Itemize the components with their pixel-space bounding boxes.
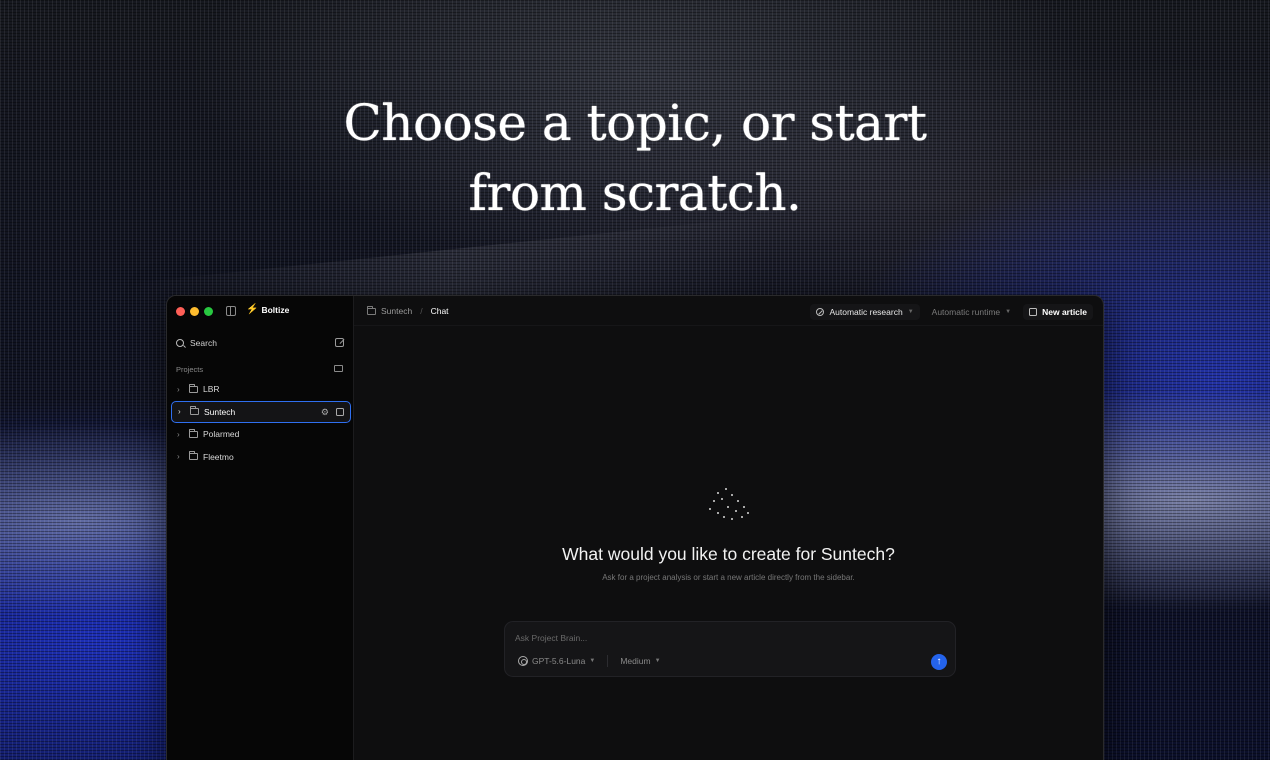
folder-icon: [189, 451, 198, 461]
minimize-window-button[interactable]: [190, 307, 199, 316]
projects-heading: Projects: [176, 365, 204, 374]
arrow-up-icon: ↑: [936, 656, 942, 667]
project-item-lbr[interactable]: › LBR: [171, 378, 351, 401]
window-controls: [176, 307, 213, 316]
project-list: › LBR › Suntech ⚙ › Polarmed › Fleetmo: [171, 378, 351, 468]
project-actions: ⚙: [321, 407, 344, 417]
project-item-fleetmo[interactable]: › Fleetmo: [171, 446, 351, 469]
bolt-icon: ⚡: [246, 304, 259, 315]
chevron-right-icon[interactable]: ›: [178, 407, 188, 416]
breadcrumb: Suntech / Chat: [367, 305, 449, 316]
project-name: Suntech: [204, 406, 236, 417]
hero-headline-line-1: Choose a topic, or start: [343, 94, 927, 152]
brand-logo: ⚡ Boltize: [246, 304, 290, 316]
folder-icon: [367, 305, 376, 315]
top-bar: Suntech / Chat Automatic research ▼ Auto…: [354, 296, 1103, 326]
folder-icon: [190, 406, 199, 416]
chevron-down-icon[interactable]: ▼: [589, 658, 595, 664]
project-name: Fleetmo: [203, 451, 234, 462]
chevron-down-icon: ▼: [1005, 309, 1012, 315]
maximize-window-button[interactable]: [204, 307, 213, 316]
brand-name: Boltize: [261, 305, 290, 315]
sparkle-icon: [707, 486, 751, 522]
chevron-right-icon[interactable]: ›: [177, 452, 187, 461]
breadcrumb-project[interactable]: Suntech: [381, 306, 412, 316]
edit-icon: [1029, 308, 1038, 316]
effort-select[interactable]: Medium: [620, 656, 650, 666]
research-mode-label: Automatic research: [829, 307, 903, 317]
globe-icon: [816, 308, 825, 316]
research-mode-select[interactable]: Automatic research ▼: [810, 304, 920, 320]
project-name: LBR: [203, 384, 220, 395]
chat-composer: GPT-5.6-Luna ▼ Medium ▼ ↑: [504, 621, 956, 677]
send-button[interactable]: ↑: [931, 654, 947, 670]
top-bar-actions: Automatic research ▼ Automatic runtime ▼…: [810, 304, 1093, 320]
chevron-right-icon[interactable]: ›: [177, 430, 187, 439]
breadcrumb-separator: /: [420, 306, 423, 316]
hero-headline-line-2: from scratch.: [468, 164, 802, 222]
chevron-right-icon[interactable]: ›: [177, 385, 187, 394]
search-icon: [176, 339, 184, 347]
folder-icon: [189, 428, 198, 438]
project-item-suntech[interactable]: › Suntech ⚙: [171, 400, 351, 423]
gear-icon[interactable]: ⚙: [321, 407, 329, 417]
edit-icon[interactable]: [336, 408, 344, 416]
close-window-button[interactable]: [176, 307, 185, 316]
runtime-select[interactable]: Automatic runtime ▼: [926, 304, 1017, 320]
sidebar-toggle-icon[interactable]: [226, 306, 236, 316]
app-window: ⚡ Boltize Search Projects › LBR › Suntec…: [166, 295, 1104, 760]
hero-headline: Choose a topic, or start from scratch.: [0, 88, 1270, 228]
new-article-label: New article: [1042, 307, 1087, 317]
search-label: Search: [190, 338, 217, 348]
project-name: Polarmed: [203, 429, 240, 440]
empty-state: What would you like to create for Suntec…: [354, 486, 1103, 582]
sidebar: ⚡ Boltize Search Projects › LBR › Suntec…: [167, 296, 354, 760]
new-article-button[interactable]: New article: [1023, 304, 1093, 320]
empty-state-title: What would you like to create for Suntec…: [562, 544, 895, 564]
runtime-label: Automatic runtime: [931, 307, 1001, 317]
composer-options: GPT-5.6-Luna ▼ Medium ▼: [518, 655, 661, 667]
empty-state-subtitle: Ask for a project analysis or start a ne…: [602, 573, 855, 582]
chat-input[interactable]: [515, 631, 935, 645]
divider: [607, 655, 609, 667]
chevron-down-icon[interactable]: ▼: [655, 658, 661, 664]
chevron-down-icon: ▼: [907, 309, 914, 315]
model-icon: [518, 656, 528, 666]
sidebar-search[interactable]: Search: [176, 336, 346, 350]
folder-icon: [189, 383, 198, 393]
model-select[interactable]: GPT-5.6-Luna: [532, 656, 585, 666]
new-project-icon[interactable]: [334, 365, 343, 372]
new-chat-icon[interactable]: [335, 338, 344, 347]
breadcrumb-current: Chat: [430, 306, 449, 316]
project-item-polarmed[interactable]: › Polarmed: [171, 423, 351, 446]
